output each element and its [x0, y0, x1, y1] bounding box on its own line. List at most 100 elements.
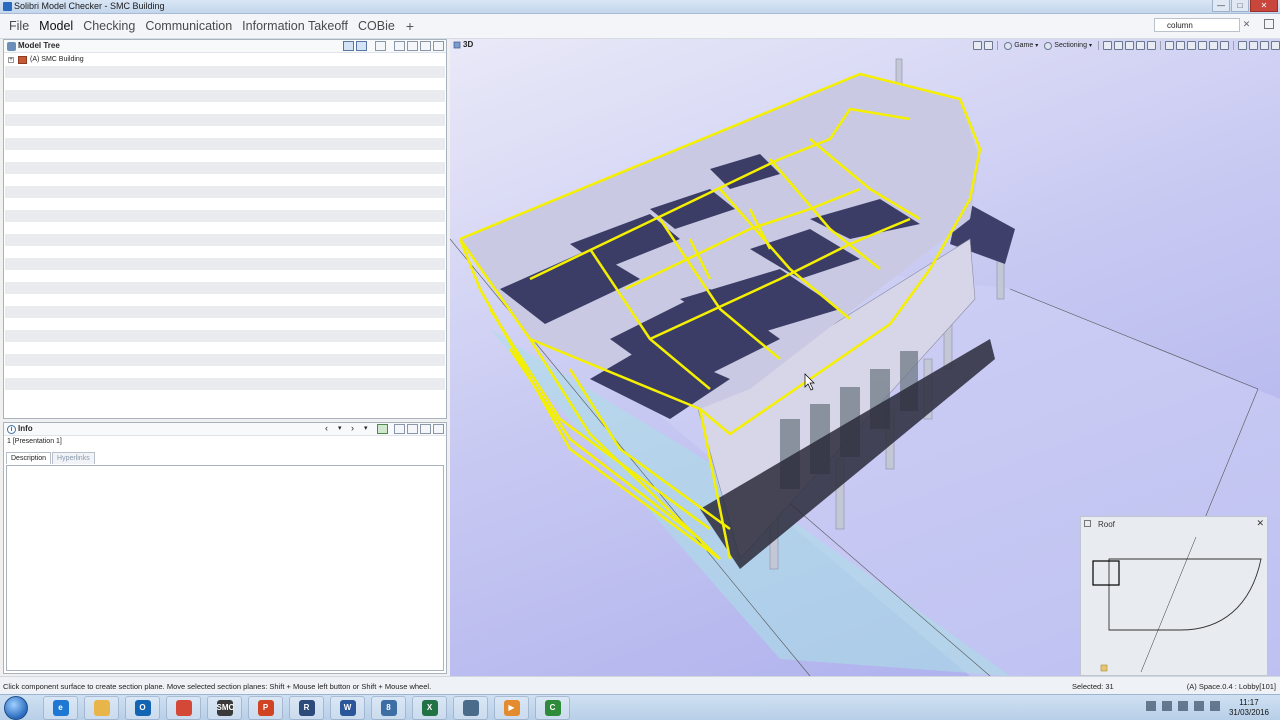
sectioning-icon [1044, 41, 1053, 50]
forward-dropdown-icon[interactable]: ▾ [364, 424, 375, 434]
tree-row-empty [5, 294, 445, 306]
start-button[interactable] [4, 696, 28, 720]
tree-row-empty [5, 354, 445, 366]
hide-icon[interactable] [1114, 41, 1123, 50]
sectioning-label: Sectioning [1054, 42, 1087, 49]
tree-row-empty [5, 366, 445, 378]
network-icon[interactable] [1178, 701, 1188, 711]
taskbar-app-8[interactable]: 8 [371, 696, 406, 720]
taskbar-powerpoint[interactable]: P [248, 696, 283, 720]
tree-row-empty [5, 114, 445, 126]
viewport-title: 3D [463, 40, 474, 49]
menu-file[interactable]: File [4, 14, 34, 39]
clock[interactable]: 11:17 31/03/2016 [1224, 698, 1274, 718]
layout-options-icon[interactable] [1264, 19, 1274, 29]
collapse-all-icon[interactable] [407, 41, 418, 51]
volume-icon[interactable] [1194, 701, 1204, 711]
tree-structure-icon[interactable] [343, 41, 354, 51]
box-view-icon[interactable] [1103, 41, 1112, 50]
zoom-window-icon[interactable] [1187, 41, 1196, 50]
title-bar: Solibri Model Checker - SMC Building — □… [0, 0, 1280, 14]
taskbar-word[interactable]: W [330, 696, 365, 720]
taskbar-solibri-app[interactable]: C [535, 696, 570, 720]
model-tree-icon [7, 42, 16, 51]
taskbar-chrome[interactable] [166, 696, 201, 720]
tree-filter-icon[interactable] [356, 41, 367, 51]
sectioning-dropdown[interactable]: Sectioning ▾ [1042, 41, 1094, 50]
tree-row-empty [5, 162, 445, 174]
view-frustum [1092, 560, 1120, 586]
navigation-mode-dropdown[interactable]: Game ▾ [1002, 41, 1040, 50]
search-input[interactable] [1154, 18, 1240, 32]
isolate-icon[interactable] [1125, 41, 1134, 50]
minimize-button[interactable]: — [1212, 0, 1230, 12]
add-layout-button[interactable]: + [400, 18, 420, 34]
navigation-mode-label: Game [1014, 42, 1034, 49]
system-tray [1146, 701, 1220, 711]
floor-plan-minimap[interactable]: Roof ✕ [1080, 516, 1268, 676]
tree-row-empty [5, 150, 445, 162]
column [996, 258, 1005, 300]
panel-minimize-icon[interactable] [420, 41, 431, 51]
layout-icon[interactable] [1238, 41, 1247, 50]
battery-icon[interactable] [1210, 701, 1220, 711]
expand-icon[interactable]: + [8, 57, 14, 63]
settings-icon[interactable] [1260, 41, 1269, 50]
info-title: Info [18, 424, 33, 433]
tree-row-empty [5, 246, 445, 258]
tree-row-empty [5, 174, 445, 186]
internet-explorer-icon: e [52, 700, 69, 716]
flag-icon[interactable] [1162, 701, 1172, 711]
panel-minimize-icon[interactable] [420, 424, 431, 434]
undo-view-icon[interactable] [973, 41, 983, 50]
taskbar-internet-explorer[interactable]: e [43, 696, 78, 720]
taskbar-smc[interactable]: SMC [207, 696, 242, 720]
tree-row-empty [5, 186, 445, 198]
description-area[interactable] [6, 465, 444, 671]
panel-maximize-icon[interactable] [433, 41, 444, 51]
close-button[interactable]: ✕ [1250, 0, 1278, 12]
tree-row-empty [5, 222, 445, 234]
menu-checking[interactable]: Checking [78, 14, 140, 39]
tab-hyperlinks[interactable]: Hyperlinks [52, 452, 95, 464]
tree-row-smc-building[interactable]: + (A) SMC Building [5, 54, 445, 66]
back-arrow-icon[interactable]: ‹ [325, 424, 336, 434]
tree-row-empty [5, 126, 445, 138]
3d-viewport[interactable]: 3D Game ▾ Sectioning ▾ Roof ✕ [450, 39, 1280, 676]
zoom-extents-icon[interactable] [1198, 41, 1207, 50]
tab-description[interactable]: Description [6, 452, 52, 464]
app-tools-icon [462, 700, 479, 716]
measure-icon[interactable] [1220, 41, 1229, 50]
panel-maximize-icon[interactable] [1271, 41, 1280, 50]
grid-icon[interactable] [1249, 41, 1258, 50]
forward-arrow-icon[interactable]: › [351, 424, 362, 434]
tray-arrow-icon[interactable] [1146, 701, 1156, 711]
zoom-out-icon[interactable] [1176, 41, 1185, 50]
collapse-all-icon[interactable] [407, 424, 418, 434]
taskbar-app-tools[interactable] [453, 696, 488, 720]
menu-information-takeoff[interactable]: Information Takeoff [237, 14, 353, 39]
menu-cobie[interactable]: COBie [353, 14, 400, 39]
model-tree-panel: Model Tree + (A) SMC Building [3, 39, 447, 419]
expand-all-icon[interactable] [394, 424, 405, 434]
taskbar-excel[interactable]: X [412, 696, 447, 720]
taskbar-outlook[interactable]: O [125, 696, 160, 720]
zoom-selected-icon[interactable] [1209, 41, 1218, 50]
tree-options-icon[interactable] [375, 41, 386, 51]
transparency-icon[interactable] [1136, 41, 1145, 50]
taskbar-revit[interactable]: R [289, 696, 324, 720]
menu-model[interactable]: Model [34, 14, 78, 39]
panel-maximize-icon[interactable] [433, 424, 444, 434]
maximize-button[interactable]: □ [1231, 0, 1249, 12]
redo-view-icon[interactable] [984, 41, 994, 50]
taskbar-file-explorer[interactable] [84, 696, 119, 720]
color-icon[interactable] [1147, 41, 1156, 50]
back-dropdown-icon[interactable]: ▾ [338, 424, 349, 434]
menu-communication[interactable]: Communication [140, 14, 237, 39]
expand-all-icon[interactable] [394, 41, 405, 51]
taskbar-media-player[interactable]: ▶ [494, 696, 529, 720]
zoom-in-icon[interactable] [1165, 41, 1174, 50]
window-controls: — □ ✕ [1211, 0, 1278, 14]
search-clear-icon[interactable]: ✕ [1241, 18, 1252, 31]
sync-selection-icon[interactable] [377, 424, 388, 434]
